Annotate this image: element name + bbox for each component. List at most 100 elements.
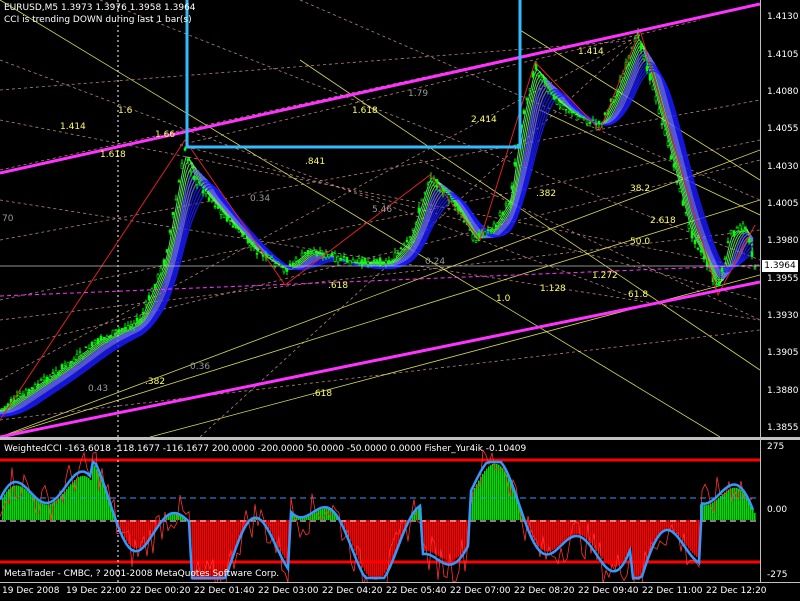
candle-body: [676, 182, 678, 183]
candle-body: [727, 242, 729, 243]
cci-histogram-bar: [142, 520, 144, 546]
price-tick: 1.4105: [767, 50, 799, 60]
candle-body: [319, 251, 321, 252]
candle-body: [247, 239, 249, 243]
candle-body: [472, 234, 474, 240]
cci-histogram-bar: [590, 520, 592, 543]
candle-body: [364, 258, 366, 264]
candle-body: [241, 236, 243, 237]
cci-histogram-bar: [614, 520, 616, 567]
candle-body: [328, 254, 330, 256]
cci-histogram-bar: [44, 504, 46, 520]
fib-label: .382: [145, 377, 165, 387]
candle-body: [409, 237, 411, 238]
cci-histogram-bar: [484, 471, 486, 520]
candle-body: [385, 261, 387, 264]
time-axis[interactable]: 19 Dec 2008 19 Dec 22:00 22 Dec 00:20 22…: [0, 582, 800, 601]
cci-histogram-bar: [652, 520, 654, 546]
candle-body: [97, 339, 99, 344]
cci-histogram-bar: [476, 484, 478, 520]
time-label: 22 Dec 01:40: [194, 586, 255, 596]
candle-body: [229, 218, 231, 220]
candle-body: [592, 119, 594, 120]
cci-histogram-bar: [724, 492, 726, 520]
price-axis[interactable]: 1.4130 1.4105 1.4080 1.4055 1.4030 1.400…: [760, 0, 800, 437]
cci-histogram-bar: [312, 514, 314, 520]
indicator-axis[interactable]: 275 0.00 -275: [760, 440, 800, 582]
moving-average-line: [0, 39, 753, 410]
cci-histogram-bar: [172, 514, 174, 520]
cci-histogram-bar: [446, 520, 448, 560]
price-chart-pane[interactable]: EURUSD,M5 1.3973 1.3976 1.3958 1.3964 CC…: [0, 0, 760, 437]
candle-body: [568, 112, 570, 113]
candle-body: [139, 319, 141, 321]
cci-histogram-bar: [284, 520, 286, 558]
candle-body: [646, 66, 648, 71]
candle-body: [652, 86, 654, 90]
cci-histogram-bar: [104, 488, 106, 520]
fib-label: 2.618: [650, 216, 676, 226]
cci-histogram-bar: [704, 505, 706, 520]
candle-body: [106, 336, 108, 338]
cci-histogram-bar: [428, 520, 430, 551]
cci-histogram-bar: [74, 480, 76, 520]
cci-histogram-bar: [376, 520, 378, 580]
candle-body: [694, 240, 696, 244]
candle-body: [22, 394, 24, 395]
fib-label: 1.414: [60, 122, 86, 132]
candle-body: [313, 251, 315, 253]
candle-body: [271, 258, 273, 260]
fib-label: 0.24: [425, 257, 445, 267]
cci-histogram-bar: [426, 520, 428, 551]
candle-body: [121, 328, 123, 329]
candle-body: [658, 109, 660, 113]
trend-line: [0, 0, 720, 437]
cci-histogram-bar: [368, 520, 370, 576]
indicator-tick: 0.00: [767, 505, 787, 515]
fib-fan-line: [180, 20, 700, 145]
candle-body: [685, 212, 687, 213]
cci-histogram-bar: [270, 520, 272, 532]
cci-histogram-bar: [230, 520, 232, 561]
cci-histogram-bar: [568, 520, 570, 538]
cci-histogram-bar: [754, 513, 756, 520]
time-label: 22 Dec 11:00: [642, 586, 703, 596]
cci-histogram-bar: [46, 505, 48, 520]
candle-body: [124, 327, 126, 328]
candle-body: [43, 377, 45, 380]
candle-body: [484, 232, 486, 236]
candle-body: [175, 199, 177, 200]
cci-histogram-bar: [550, 520, 552, 551]
candle-body: [94, 340, 96, 342]
cci-histogram-bar: [486, 469, 488, 520]
candle-body: [514, 162, 516, 165]
candle-body: [346, 257, 348, 262]
candle-body: [67, 362, 69, 368]
fib-fan-line: [0, 100, 760, 240]
candle-body: [469, 229, 471, 230]
candle-body: [7, 404, 9, 405]
cci-histogram-bar: [498, 465, 500, 520]
indicator-pane[interactable]: WeightedCCI -163.6018 -118.1677 -116.167…: [0, 440, 760, 582]
cci-histogram-bar: [274, 520, 276, 540]
cci-histogram-bar: [442, 520, 444, 558]
candle-body: [202, 191, 204, 193]
candle-body: [295, 258, 297, 261]
candle-body: [394, 253, 396, 259]
cci-histogram-bar: [696, 520, 698, 557]
candle-body: [277, 262, 279, 263]
candle-body: [571, 110, 573, 112]
cci-histogram-bar: [18, 486, 20, 520]
candle-body: [64, 364, 66, 365]
time-label: 22 Dec 12:20: [706, 586, 767, 596]
time-label: 22 Dec 03:00: [258, 586, 319, 596]
cci-histogram-bar: [454, 520, 456, 560]
candle-body: [616, 93, 618, 94]
cci-histogram-bar: [374, 520, 376, 580]
cci-histogram-bar: [566, 520, 568, 539]
candle-body: [193, 176, 195, 179]
candle-body: [166, 250, 168, 253]
cci-histogram-bar: [138, 520, 140, 548]
candle-body: [397, 253, 399, 254]
cci-histogram-bar: [620, 520, 622, 564]
